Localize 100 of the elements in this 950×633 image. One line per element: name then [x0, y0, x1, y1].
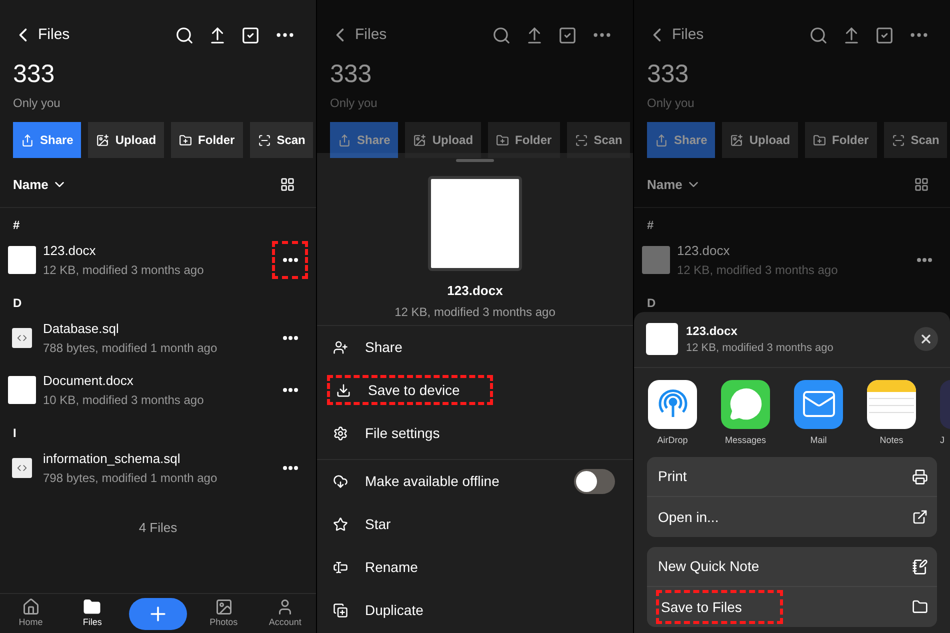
app-label: Messages	[724, 434, 766, 447]
action-button[interactable]: Folder	[171, 122, 243, 158]
folder-subtitle: Only you	[646, 95, 696, 112]
menu-item[interactable]: Share	[327, 332, 408, 362]
messages-icon[interactable]	[721, 380, 770, 428]
file-row[interactable]: information_schema.sql 798 bytes, modified 1 month ago	[0, 442, 316, 494]
tab-bar-item[interactable]: Files	[67, 598, 118, 630]
scan-icon	[574, 134, 588, 146]
search-icon[interactable]	[809, 26, 828, 44]
download-icon	[336, 382, 351, 398]
more-icon	[282, 388, 298, 392]
menu-item[interactable]: Duplicate	[327, 595, 430, 625]
close-button[interactable]	[914, 327, 938, 352]
folder-title: 333	[329, 59, 373, 90]
search-icon[interactable]	[175, 26, 194, 44]
code-file-icon	[12, 328, 32, 348]
section-letter: I	[12, 425, 18, 442]
file-count: 4 Files	[138, 519, 178, 537]
tab-bar-item[interactable]: Photos	[198, 598, 249, 630]
menu-item[interactable]: Make available offline	[327, 466, 506, 496]
action-button[interactable]: Folder	[805, 122, 877, 158]
folder-plus-icon	[179, 134, 192, 146]
image-plus-icon	[413, 134, 426, 146]
file-meta: 798 bytes, modified 1 month ago	[43, 470, 218, 487]
share-icon	[21, 134, 34, 146]
checkbox-icon[interactable]	[241, 26, 260, 44]
file-name: 123.docx	[686, 323, 738, 340]
action-button[interactable]: Share	[13, 122, 82, 158]
app-label: J	[940, 434, 944, 446]
folder-title: 333	[12, 59, 56, 90]
more-icon	[282, 258, 298, 262]
section-letter: D	[646, 295, 657, 312]
menu-item[interactable]: Save to device	[327, 375, 493, 405]
folder-icon	[912, 599, 928, 615]
search-icon[interactable]	[492, 26, 511, 44]
back-button[interactable]: Files	[329, 24, 387, 46]
sort-button[interactable]: Name	[647, 174, 702, 194]
app-label: Mail	[810, 434, 827, 446]
upload-icon[interactable]	[208, 26, 227, 44]
add-button[interactable]	[128, 598, 187, 630]
action-button[interactable]: Upload	[722, 122, 798, 158]
folder-plus-icon	[496, 134, 510, 146]
menu-item[interactable]: File settings	[327, 418, 446, 448]
more-icon	[282, 466, 298, 470]
checkbox-icon[interactable]	[558, 26, 577, 44]
menu-item[interactable]: Print	[656, 460, 689, 494]
file-name: 123.docx	[447, 282, 503, 300]
toggle-switch[interactable]	[574, 468, 615, 494]
checkbox-icon[interactable]	[875, 26, 894, 44]
menu-item[interactable]: New Quick Note	[656, 550, 762, 584]
action-button[interactable]: Scan	[884, 122, 948, 158]
section-letter: #	[646, 217, 655, 234]
scan-icon	[892, 134, 905, 146]
image-plus-icon	[96, 134, 110, 146]
sort-button[interactable]: Name	[13, 174, 68, 194]
share-icon	[338, 134, 351, 146]
menu-item[interactable]: Save to Files	[656, 590, 783, 624]
back-button[interactable]: Files	[12, 24, 70, 46]
file-meta: 10 KB, modified 3 months ago	[43, 392, 205, 409]
folder-plus-icon	[813, 134, 826, 146]
file-name: information_schema.sql	[43, 450, 182, 468]
file-row[interactable]: 123.docx 12 KB, modified 3 months ago	[0, 234, 316, 286]
document-thumbnail	[8, 376, 36, 404]
app-label: AirDrop	[657, 434, 688, 447]
grid-view-icon[interactable]	[914, 177, 929, 192]
menu-item[interactable]: Rename	[327, 552, 424, 582]
action-button[interactable]: Scan	[250, 122, 314, 158]
sheet-handle[interactable]	[456, 159, 494, 162]
folder-icon	[83, 598, 102, 616]
notes-icon[interactable]	[867, 380, 916, 428]
more-button[interactable]	[272, 241, 308, 279]
code-file-icon	[12, 458, 32, 478]
upload-icon[interactable]	[525, 26, 544, 44]
document-thumbnail	[8, 246, 36, 274]
tab-bar-item[interactable]: Account	[260, 598, 310, 630]
grid-view-icon[interactable]	[280, 177, 295, 192]
star-icon	[333, 516, 348, 532]
mail-icon[interactable]	[794, 380, 843, 428]
tab-bar-item[interactable]: Home	[6, 598, 56, 630]
back-button[interactable]: Files	[646, 24, 704, 46]
photo-icon	[214, 598, 233, 616]
more-icon	[916, 258, 932, 262]
file-meta: 12 KB, modified 3 months ago	[43, 262, 205, 279]
file-row[interactable]: Document.docx 10 KB, modified 3 months ago	[0, 364, 316, 416]
document-thumbnail	[642, 246, 670, 274]
action-button[interactable]: Upload	[88, 122, 164, 158]
airdrop-icon[interactable]	[648, 380, 697, 428]
menu-item[interactable]: Star	[327, 509, 397, 539]
upload-icon[interactable]	[842, 26, 861, 44]
section-letter: #	[12, 217, 21, 234]
duplicate-icon	[333, 602, 348, 618]
external-link-icon	[912, 509, 928, 525]
app-label: Notes	[880, 434, 904, 446]
file-name: Document.docx	[43, 372, 134, 390]
menu-item[interactable]: Open in...	[656, 500, 721, 534]
folder-subtitle: Only you	[329, 95, 378, 112]
file-meta: 12 KB, modified 3 months ago	[677, 262, 839, 279]
file-row[interactable]: Database.sql 788 bytes, modified 1 month ago	[0, 312, 316, 364]
file-row[interactable]: 123.docx 12 KB, modified 3 months ago	[634, 234, 950, 286]
quick-note-icon	[912, 558, 928, 574]
